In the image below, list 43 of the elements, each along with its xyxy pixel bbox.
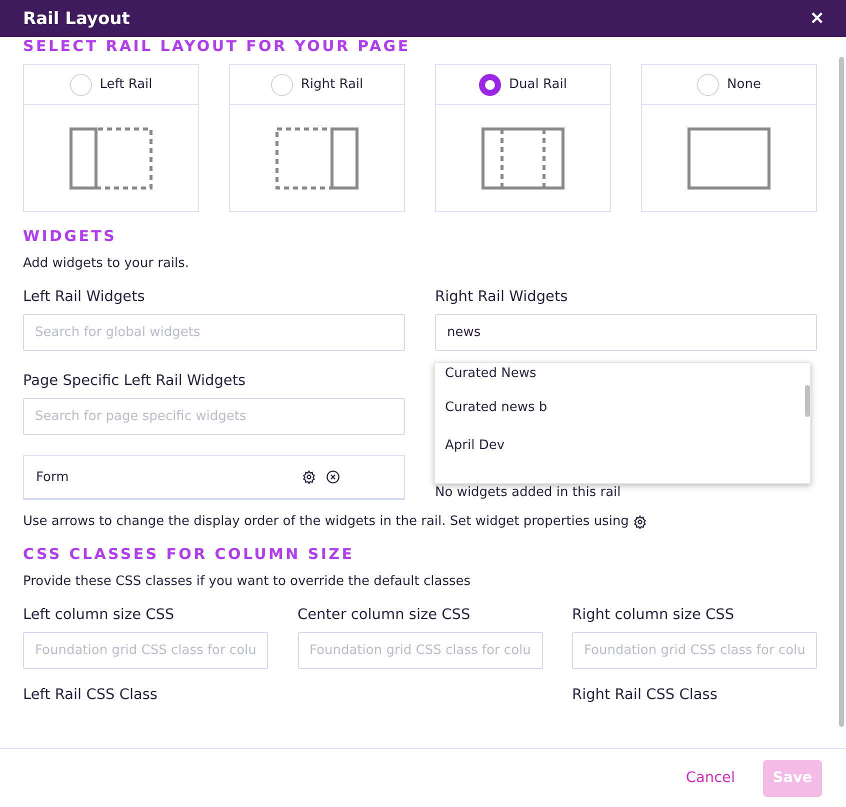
cancel-button[interactable]: Cancel [680,769,741,787]
section-heading: CSS CLASSES FOR COLUMN SIZE [23,545,356,563]
scrollbar[interactable] [839,57,844,727]
section-heading: SELECT RAIL LAYOUT FOR YOUR PAGE [23,37,412,55]
field-label: Left column size CSS [23,607,176,623]
field-label: Center column size CSS [298,607,472,623]
text-field[interactable]: Foundation grid CSS class for colu [298,632,542,669]
option-label: Right Rail [300,77,364,92]
field-label: Page Specific Left Rail Widgets [23,373,247,389]
search-field[interactable]: Search for page specific widgets [23,398,405,435]
window-title: Rail Layout [23,8,130,28]
remove-icon[interactable] [326,470,340,484]
field-label: Left Rail CSS Class [23,687,158,703]
field-label: Right Rail CSS Class [572,687,718,703]
section-description: Provide these CSS classes if you want to override the default classes [23,574,472,589]
field-label: Left Rail Widgets [23,289,146,305]
scrollbar[interactable] [805,385,810,417]
suggestion-item[interactable]: Curated news b [435,388,803,426]
suggestion-item[interactable]: April Dev [435,426,803,464]
settings-icon[interactable] [302,470,316,484]
section-heading: WIDGETS [23,227,118,245]
option-label: Left Rail [100,77,152,92]
close-button[interactable]: ✕ [810,8,824,29]
widget-name: Form [36,470,70,484]
section-description: Add widgets to your rails. [23,256,190,271]
radio-button[interactable] [479,74,502,96]
layout-option-card[interactable]: Right Rail [229,64,405,212]
search-field[interactable]: Search for global widgets [23,314,405,351]
layout-option-card[interactable]: Dual Rail [435,64,611,212]
text-field[interactable]: Foundation grid CSS class for colu [572,632,817,669]
option-label: Dual Rail [509,77,567,92]
search-field[interactable]: news [435,314,817,351]
layout-option-card[interactable]: Left Rail [23,64,199,212]
settings-icon[interactable] [632,514,647,528]
suggestion-item[interactable]: Curated News [435,363,803,388]
layout-option-card[interactable]: None [641,64,817,212]
widget-list-item[interactable]: Form [23,455,405,500]
empty-message: No widgets added in this rail [435,485,622,500]
field-label: Right Rail Widgets [435,289,569,305]
option-label: None [727,77,761,92]
help-text: Use arrows to change the display order of the widgets in the rail. Set widget properties using [23,514,629,529]
text-field[interactable]: Foundation grid CSS class for colu [23,632,268,669]
field-label: Right column size CSS [572,607,736,623]
